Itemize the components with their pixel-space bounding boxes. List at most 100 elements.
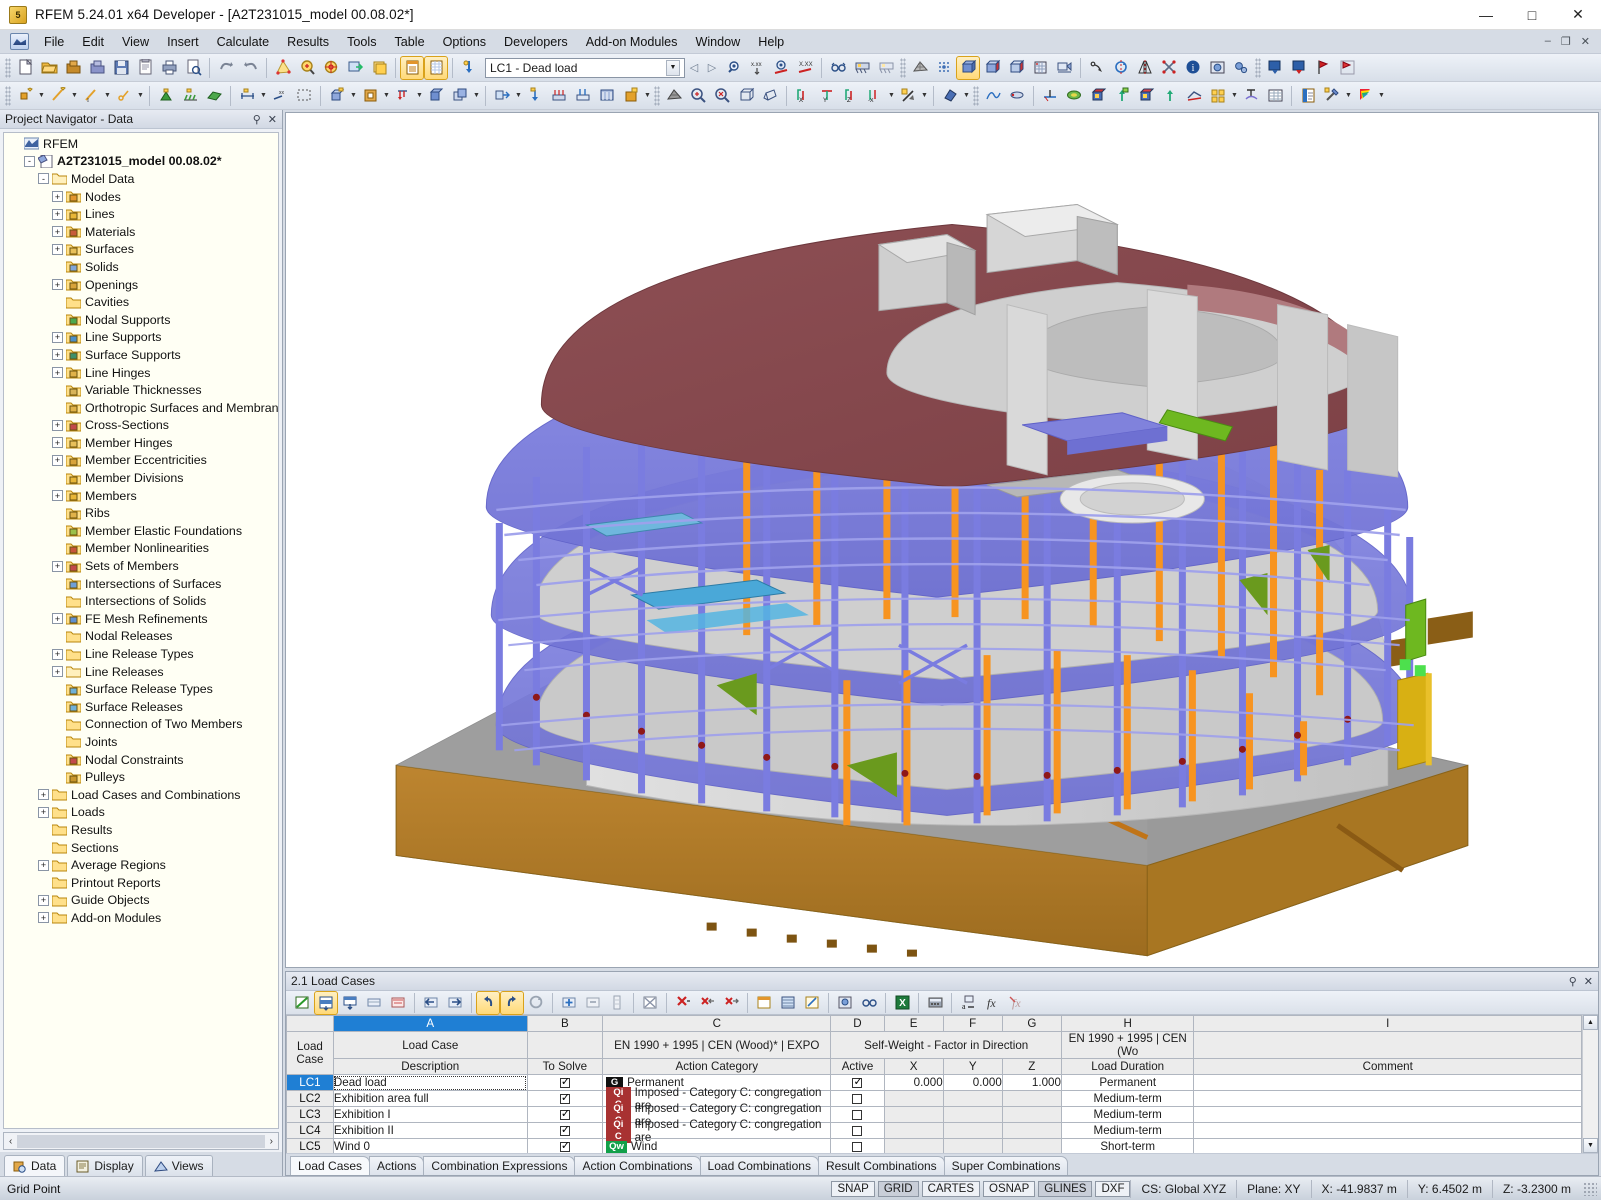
chevron-down-icon[interactable]: ▼ bbox=[1344, 85, 1353, 107]
chevron-down-icon[interactable]: ▼ bbox=[1230, 85, 1239, 107]
menu-tools[interactable]: Tools bbox=[338, 32, 385, 52]
paint-tool-icon[interactable] bbox=[1321, 85, 1343, 107]
generate-wind-icon[interactable] bbox=[548, 85, 570, 107]
cell-factor-y[interactable]: 0.000 bbox=[942, 1074, 1003, 1091]
open-model-icon[interactable] bbox=[86, 57, 108, 79]
table-add-icon[interactable] bbox=[558, 992, 580, 1014]
close-icon[interactable]: ✕ bbox=[268, 113, 277, 126]
mdi-restore-button[interactable]: ❐ bbox=[1556, 35, 1576, 48]
menu-view[interactable]: View bbox=[113, 32, 158, 52]
mesh-points-icon[interactable] bbox=[933, 57, 955, 79]
generate-snow-icon[interactable] bbox=[524, 85, 546, 107]
chevron-down-icon[interactable]: ▼ bbox=[259, 85, 268, 107]
table-column-letters[interactable]: ABCDEFGHI bbox=[286, 1015, 1582, 1032]
to-solve-checkbox[interactable] bbox=[559, 1075, 570, 1088]
load-case-combobox[interactable]: LC1 - Dead load ▼ bbox=[485, 57, 685, 78]
snap-toggle-grid[interactable]: GRID bbox=[877, 1180, 919, 1197]
model-view-icon[interactable] bbox=[663, 85, 685, 107]
column-letter-F[interactable]: F bbox=[942, 1015, 1003, 1032]
chevron-down-icon[interactable]: ▼ bbox=[37, 85, 46, 107]
tree-item-surface-supports[interactable]: + Surface Supports bbox=[6, 346, 278, 364]
rename-icon[interactable]: a bbox=[957, 992, 979, 1014]
table-insert-row-icon[interactable] bbox=[314, 990, 338, 1015]
cell-to-solve[interactable] bbox=[526, 1122, 604, 1139]
collapse-toggle-icon[interactable]: - bbox=[38, 173, 49, 185]
cell-comment[interactable] bbox=[1193, 1090, 1582, 1107]
chevron-down-icon[interactable]: ▼ bbox=[666, 59, 680, 76]
table-row[interactable]: LC4Exhibition II Qi CImposed - Category C… bbox=[286, 1118, 1582, 1144]
row-id[interactable]: LC2 bbox=[286, 1090, 334, 1107]
table-move-right-icon[interactable] bbox=[444, 992, 466, 1014]
cell-self-weight-active[interactable] bbox=[830, 1074, 885, 1091]
table-glasses-icon[interactable] bbox=[858, 992, 880, 1014]
expand-toggle-icon[interactable]: + bbox=[38, 894, 49, 906]
tree-item-results[interactable]: Results bbox=[6, 821, 278, 839]
menu-results[interactable]: Results bbox=[278, 32, 338, 52]
building-model-icon[interactable] bbox=[1029, 57, 1051, 79]
tree-item-sections[interactable]: Sections bbox=[6, 839, 278, 857]
cell-factor-y[interactable] bbox=[942, 1106, 1003, 1123]
save-icon[interactable] bbox=[110, 57, 132, 79]
self-weight-active-checkbox[interactable] bbox=[852, 1141, 863, 1152]
new-member-icon[interactable]: I bbox=[80, 85, 102, 107]
tree-item-openings[interactable]: + Openings bbox=[6, 276, 278, 294]
menu-file[interactable]: File bbox=[35, 32, 73, 52]
tree-item-member-eccentricities[interactable]: + Member Eccentricities bbox=[6, 452, 278, 470]
menu-edit[interactable]: Edit bbox=[73, 32, 113, 52]
zoom-all-icon[interactable] bbox=[320, 57, 342, 79]
expand-toggle-icon[interactable]: + bbox=[52, 490, 63, 502]
resize-grip[interactable] bbox=[1583, 1181, 1597, 1196]
smoothing-icon[interactable] bbox=[1183, 85, 1205, 107]
tree-item-intersections-of-solids[interactable]: Intersections of Solids bbox=[6, 592, 278, 610]
render-transparent-icon[interactable] bbox=[1005, 57, 1027, 79]
tree-item-add-on-modules[interactable]: + Add-on Modules bbox=[6, 909, 278, 927]
window-minimize-button[interactable]: — bbox=[1463, 0, 1509, 30]
tree-item-members[interactable]: + Members bbox=[6, 487, 278, 505]
tree-item-connection-of-two-members[interactable]: Connection of Two Members bbox=[6, 716, 278, 734]
cell-description[interactable]: Dead load bbox=[332, 1074, 528, 1091]
tree-item-member-divisions[interactable]: Member Divisions bbox=[6, 469, 278, 487]
expand-toggle-icon[interactable]: + bbox=[52, 419, 63, 431]
cell-comment[interactable] bbox=[1193, 1074, 1582, 1091]
load-case-select-icon[interactable] bbox=[458, 57, 480, 79]
tree-item-lines[interactable]: + Lines bbox=[6, 205, 278, 223]
support-reactions-icon[interactable] bbox=[1039, 85, 1061, 107]
expand-toggle-icon[interactable]: + bbox=[52, 191, 63, 203]
tree-item-line-releases[interactable]: + Line Releases bbox=[6, 663, 278, 681]
chevron-down-icon[interactable]: ▼ bbox=[920, 85, 929, 107]
chevron-down-icon[interactable]: ▼ bbox=[514, 85, 523, 107]
render-shaded-icon[interactable] bbox=[897, 85, 919, 107]
row-id[interactable]: LC3 bbox=[286, 1106, 334, 1123]
expand-toggle-icon[interactable]: + bbox=[38, 789, 49, 801]
flag-red-icon[interactable] bbox=[1312, 57, 1334, 79]
chevron-down-icon[interactable]: ▼ bbox=[472, 85, 481, 107]
column-letter-B[interactable]: B bbox=[526, 1015, 604, 1032]
export-excel-icon[interactable]: X bbox=[891, 992, 913, 1014]
table-row-height-icon[interactable] bbox=[363, 992, 385, 1014]
menu-table[interactable]: Table bbox=[386, 32, 434, 52]
undo-icon[interactable] bbox=[215, 57, 237, 79]
snapshot-icon[interactable] bbox=[1206, 57, 1228, 79]
cell-load-duration[interactable]: Medium-term bbox=[1060, 1090, 1195, 1107]
supports-hidden-icon[interactable] bbox=[875, 57, 897, 79]
menu-window[interactable]: Window bbox=[686, 32, 749, 52]
tree-item-loads[interactable]: + Loads bbox=[6, 804, 278, 822]
deformation-plot-icon[interactable] bbox=[982, 85, 1004, 107]
solid-results-icon[interactable] bbox=[1087, 85, 1109, 107]
pin-icon[interactable]: ⚲ bbox=[1569, 975, 1577, 988]
rotate-icon[interactable] bbox=[1110, 57, 1132, 79]
row-id[interactable]: LC1 bbox=[286, 1074, 334, 1091]
cell-self-weight-active[interactable] bbox=[830, 1106, 885, 1123]
snap-toggles[interactable]: SNAP GRID CARTES OSNAP GLINES DXF bbox=[831, 1180, 1131, 1197]
cell-to-solve[interactable] bbox=[526, 1106, 604, 1123]
expand-toggle-icon[interactable]: + bbox=[52, 367, 63, 379]
result-table-icon[interactable] bbox=[1264, 85, 1286, 107]
column-letter-row[interactable] bbox=[286, 1015, 334, 1032]
zoom-out-region-icon[interactable] bbox=[711, 85, 733, 107]
glasses-view-icon[interactable] bbox=[827, 57, 849, 79]
new-comment-icon[interactable]: xx bbox=[269, 85, 291, 107]
cell-to-solve[interactable] bbox=[526, 1074, 604, 1091]
row-id[interactable]: LC4 bbox=[286, 1122, 334, 1139]
table-tab-load-combinations[interactable]: Load Combinations bbox=[699, 1156, 819, 1175]
previous-load-case-icon[interactable]: ◁ bbox=[685, 57, 703, 79]
